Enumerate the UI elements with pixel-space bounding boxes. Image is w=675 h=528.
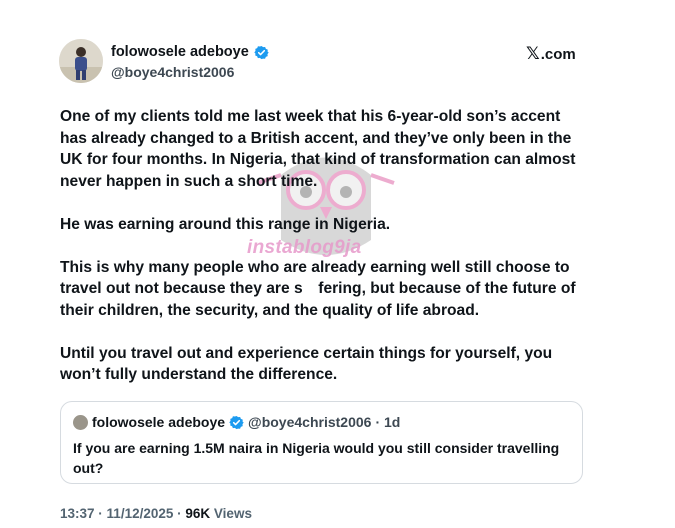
x-mark: 𝕏 [526, 44, 540, 63]
verified-badge-icon [254, 45, 269, 59]
tweet-time[interactable]: 13:37 [60, 506, 95, 521]
meta-separator: · [98, 506, 107, 521]
tweet-paragraph-2: He was earning around this range in Nige… [60, 215, 391, 233]
author-name-row[interactable]: folowosele adeboye [111, 44, 269, 60]
tweet-meta: 13:37 · 11/12/2025 · 96K Views [60, 506, 252, 521]
x-logo-icon[interactable]: 𝕏 .com [526, 44, 576, 64]
avatar[interactable] [59, 39, 103, 83]
tweet-paragraph-1: One of my clients told me last week that… [60, 108, 576, 190]
author-display-name[interactable]: folowosele adeboye [111, 44, 249, 60]
quoted-tweet[interactable]: folowosele adeboye @boye4christ2006 · 1d… [60, 401, 583, 484]
quoted-time[interactable]: · 1d [375, 414, 400, 430]
views-count: 96K [185, 506, 211, 521]
tweet-body: One of my clients told me last week that… [60, 106, 590, 407]
x-domain: .com [540, 45, 576, 63]
quoted-display-name[interactable]: folowosele adeboye [92, 414, 225, 430]
quoted-tweet-text: If you are earning 1.5M naira in Nigeria… [73, 440, 560, 476]
avatar-photo [59, 39, 103, 83]
quoted-avatar [73, 414, 88, 430]
tweet-date[interactable]: 11/12/2025 [107, 506, 174, 521]
tweet-paragraph-3: This is why many people who are already … [60, 258, 576, 319]
verified-badge-icon [229, 415, 244, 429]
quoted-handle[interactable]: @boye4christ2006 [248, 414, 371, 430]
tweet-card: folowosele adeboye @boye4christ2006 𝕏 .c… [0, 0, 675, 528]
author-handle[interactable]: @boye4christ2006 [111, 64, 234, 80]
views-label: Views [213, 506, 252, 521]
tweet-paragraph-4: Until you travel out and experience cert… [60, 344, 553, 384]
quoted-tweet-header: folowosele adeboye @boye4christ2006 · 1d [73, 414, 400, 430]
